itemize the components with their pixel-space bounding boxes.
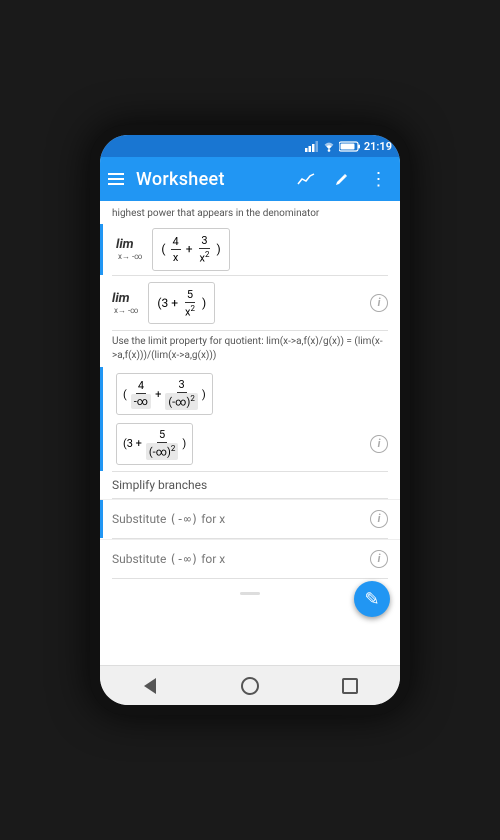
lim-sub-2: x→ -∞ [114,306,138,315]
active-blue-bar-1 [100,224,103,275]
lim-section-1: lim x→ -∞ ( 4 x + 3 x2 [100,224,400,275]
active-blue-bar-3 [100,419,103,471]
lim-label-2: lim [112,291,130,306]
back-button[interactable] [139,675,161,697]
nav-bar [100,665,400,705]
expanded-expr-2: (3 + 5 (-∞)2 ) [116,423,193,465]
info-icon-3[interactable]: i [370,510,388,528]
home-button[interactable] [239,675,261,697]
phone-inner: 21:19 Worksheet [100,135,400,705]
lim-section-2: lim x→ -∞ (3 + 5 x2 ) i [100,276,400,331]
expanded-expr-2-row: (3 + 5 (-∞)2 ) i [100,419,400,471]
substitute-row-2: Substitute (-∞) for x i [100,539,400,578]
hamburger-menu[interactable] [108,173,124,185]
expanded-expr-1: ( 4 -∞ + 3 (-∞)2 ) [116,373,213,415]
simplify-row: Simplify branches [100,472,400,498]
edit-icon[interactable] [328,165,356,193]
substitute-text-2: Substitute (-∞) for x [112,552,370,566]
content-area[interactable]: highest power that appears in the denomi… [100,201,400,665]
status-icons: 21:19 [305,140,392,153]
substitute-text-1: Substitute (-∞) for x [112,512,370,526]
signal-icon [305,141,319,152]
active-blue-bar-2 [100,367,103,419]
info-icon-2[interactable]: i [370,435,388,453]
more-vert-icon[interactable]: ⋮ [364,165,392,193]
info-icon-1[interactable]: i [370,294,388,312]
substitute-row-1: Substitute (-∞) for x i [100,499,400,538]
phone-outer: 21:19 Worksheet [90,125,410,715]
limit-property-text: Use the limit property for quotient: lim… [100,331,400,367]
chart-icon[interactable] [292,165,320,193]
wifi-icon [322,141,336,152]
app-bar-title: Worksheet [136,169,280,190]
info-icon-4[interactable]: i [370,550,388,568]
lim-label-1: lim [116,237,134,252]
expanded-expr-1-row: ( 4 -∞ + 3 (-∞)2 ) [100,367,400,419]
recent-button[interactable] [339,675,361,697]
active-blue-bar-4 [100,500,103,538]
lim-expr-2: (3 + 5 x2 ) [148,282,215,325]
lim-sub-1: x→ -∞ [118,252,142,261]
battery-icon [339,141,361,152]
lim-expr-1: ( 4 x + 3 x2 ) [152,228,229,271]
top-partial-text: highest power that appears in the denomi… [100,201,400,224]
time-display: 21:19 [364,140,392,153]
app-bar: Worksheet ⋮ [100,157,400,201]
fab-button[interactable]: ✎ [354,581,390,617]
app-bar-icons: ⋮ [292,165,392,193]
status-bar: 21:19 [100,135,400,157]
